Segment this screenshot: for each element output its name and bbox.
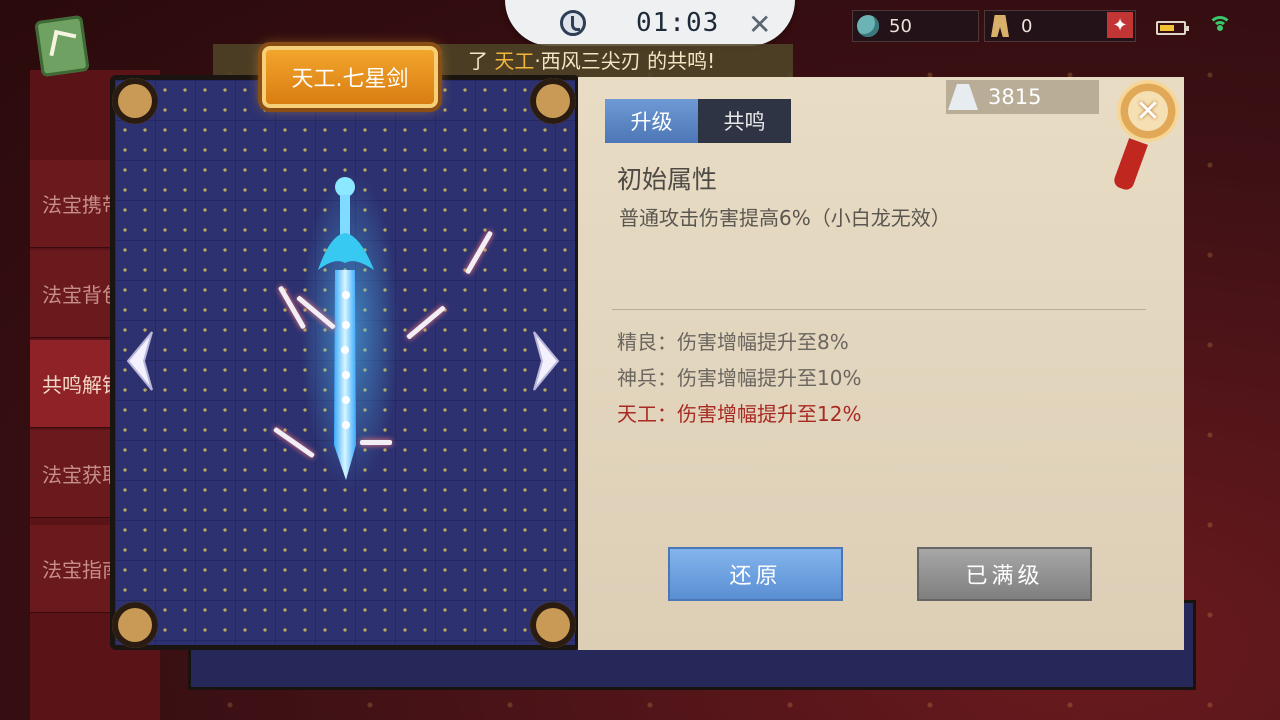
item-name-banner: 天工.七星剑	[262, 46, 438, 108]
tower-icon	[991, 15, 1009, 37]
battery-icon	[1156, 21, 1189, 35]
add-resource-button[interactable]: ✦	[1107, 12, 1133, 38]
tab-upgrade[interactable]: 升级	[605, 99, 698, 143]
timer-text: 01:03	[636, 8, 720, 38]
base-effect-text: 普通攻击伤害提高6%（小白龙无效）	[619, 206, 951, 230]
flying-dagger	[360, 440, 392, 445]
item-name: 天工.七星剑	[291, 67, 409, 92]
restore-button[interactable]: 还原	[668, 547, 843, 601]
divider	[612, 309, 1146, 310]
max-level-button[interactable]: 已满级	[917, 547, 1092, 601]
side-tab-guide[interactable]: 法宝指南	[30, 525, 115, 613]
corner-ornament	[112, 78, 158, 124]
corner-ornament	[112, 602, 158, 648]
close-icon: ✕	[1135, 93, 1161, 129]
timer-close-icon[interactable]: ✕	[748, 8, 771, 41]
section-title: 初始属性	[617, 165, 718, 194]
currency-amount: 3815	[988, 85, 1042, 109]
side-tab-obtain[interactable]: 法宝获取	[30, 430, 115, 518]
jade-tower-icon	[948, 84, 978, 110]
tier-celestial: 天工：伤害增幅提升至12%	[617, 402, 862, 426]
side-tab-carry[interactable]: 法宝携带	[30, 160, 115, 248]
side-tab-bag[interactable]: 法宝背包	[30, 250, 115, 338]
corner-ornament	[530, 602, 576, 648]
top-bar: 01:03 ✕ 50 0 ✦	[0, 0, 1280, 48]
side-tab-resonance[interactable]: 共鸣解锁	[30, 340, 115, 428]
close-button[interactable]: ✕	[1117, 80, 1179, 142]
resource-tower: 0 ✦	[984, 10, 1136, 42]
notice-highlight: 天工	[494, 49, 535, 73]
tier-divine: 神兵：伤害增幅提升至10%	[617, 366, 862, 390]
tab-resonance[interactable]: 共鸣	[698, 99, 791, 143]
tier-fine: 精良：伤害增幅提升至8%	[617, 330, 849, 354]
jade-coin-icon	[857, 15, 879, 37]
notice-prefix: 了	[468, 49, 488, 73]
notice-rest: ·西风三尖刃 的共鸣!	[534, 49, 716, 73]
previous-item-arrow-icon[interactable]	[122, 330, 158, 392]
corner-ornament	[530, 78, 576, 124]
resource-jade-value: 50	[889, 15, 912, 37]
resource-jade: 50	[852, 10, 979, 42]
clock-icon	[560, 10, 586, 36]
wifi-icon	[1208, 14, 1232, 38]
resource-tower-value: 0	[1021, 15, 1033, 37]
next-item-arrow-icon[interactable]	[528, 330, 564, 392]
currency-display: 3815	[946, 80, 1099, 114]
